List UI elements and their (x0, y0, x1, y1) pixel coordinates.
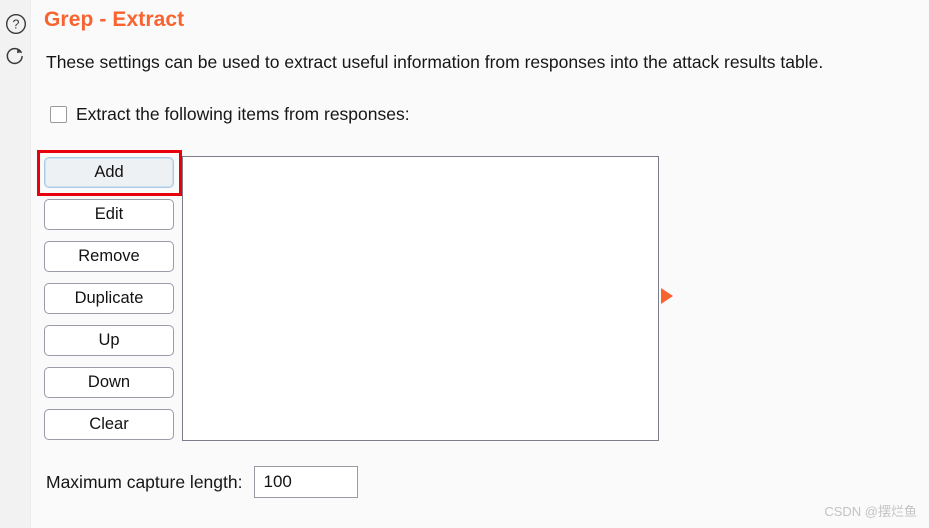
max-capture-length-row: Maximum capture length: (46, 466, 359, 498)
page-title: Grep - Extract (44, 8, 185, 31)
extract-items-checkbox[interactable] (50, 106, 67, 123)
duplicate-button[interactable]: Duplicate (44, 283, 174, 314)
icon-rail: ? (3, 8, 31, 72)
page-description: These settings can be used to extract us… (46, 52, 824, 72)
list-action-button-column: Add Edit Remove Duplicate Up Down Clear (44, 157, 174, 451)
up-button[interactable]: Up (44, 325, 174, 356)
extract-items-checkbox-row[interactable]: Extract the following items from respons… (50, 104, 410, 125)
max-capture-length-input[interactable] (254, 466, 359, 498)
watermark: CSDN @摆烂鱼 (824, 504, 917, 519)
extract-items-checkbox-label: Extract the following items from respons… (76, 104, 410, 124)
left-gutter-strip (0, 0, 31, 528)
remove-button[interactable]: Remove (44, 241, 174, 272)
question-circle-icon[interactable]: ? (3, 8, 29, 40)
max-capture-length-label: Maximum capture length: (46, 471, 243, 492)
add-button[interactable]: Add (44, 157, 174, 188)
edit-button[interactable]: Edit (44, 199, 174, 230)
down-button[interactable]: Down (44, 367, 174, 398)
clear-button[interactable]: Clear (44, 409, 174, 440)
orange-pointer-triangle-annotation (661, 288, 673, 304)
refresh-circular-arrow-icon[interactable] (3, 40, 29, 72)
extract-items-list-panel[interactable] (182, 156, 659, 441)
svg-text:?: ? (13, 18, 20, 32)
